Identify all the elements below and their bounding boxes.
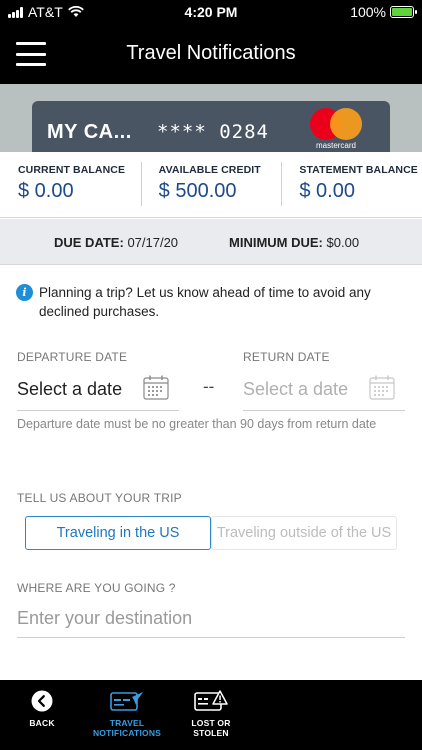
return-date-value: Select a date xyxy=(243,379,349,399)
statement-balance: STATEMENT BALANCE $ 0.00 xyxy=(281,152,422,217)
trip-label: TELL US ABOUT YOUR TRIP xyxy=(17,491,182,505)
tab-back[interactable]: BACK xyxy=(0,688,87,728)
mastercard-logo-icon xyxy=(310,108,362,140)
option-traveling-in-us[interactable]: Traveling in the US xyxy=(25,516,211,550)
return-date-field[interactable]: Select a date xyxy=(243,371,405,411)
card-banner: MY CA... **** 0284 mastercard xyxy=(0,84,422,152)
min-due-label: MINIMUM DUE: xyxy=(229,235,323,250)
card-brand-label: mastercard xyxy=(315,141,356,150)
balances-row: CURRENT BALANCE $ 0.00 AVAILABLE CREDIT … xyxy=(0,152,422,218)
return-date-label: RETURN DATE xyxy=(243,350,330,364)
departure-date-label: DEPARTURE DATE xyxy=(17,350,128,364)
tab-label-line2: STOLEN xyxy=(193,728,229,738)
date-separator: -- xyxy=(203,377,215,396)
destination-input[interactable] xyxy=(17,600,405,638)
available-credit: AVAILABLE CREDIT $ 500.00 xyxy=(140,152,282,217)
tab-label: LOST OR xyxy=(191,718,231,728)
balance-value: $ 500.00 xyxy=(158,180,237,202)
card-name: MY CA... xyxy=(47,121,132,143)
departure-date-field[interactable]: Select a date xyxy=(17,371,179,411)
balance-label: AVAILABLE CREDIT xyxy=(158,164,261,176)
calendar-icon xyxy=(143,375,169,400)
card-number: **** 0284 xyxy=(157,121,269,143)
due-date-label: DUE DATE: xyxy=(54,235,124,250)
option-traveling-outside-us[interactable]: Traveling outside of the US xyxy=(211,516,397,550)
battery-icon xyxy=(390,6,417,18)
current-balance: CURRENT BALANCE $ 0.00 xyxy=(0,152,141,217)
tab-label-line2: NOTIFICATIONS xyxy=(92,728,162,738)
lost-card-icon xyxy=(194,690,228,711)
tab-lost-or-stolen[interactable]: LOST OR STOLEN xyxy=(166,688,256,738)
due-date: DUE DATE: 07/17/20 xyxy=(54,235,178,250)
page-title: Travel Notifications xyxy=(126,42,296,64)
balance-label: STATEMENT BALANCE xyxy=(299,164,418,176)
tab-label: BACK xyxy=(29,718,55,728)
tab-label: TRAVEL xyxy=(109,718,145,728)
battery-percent: 100% xyxy=(350,4,386,20)
nav-bar: Travel Notifications xyxy=(0,24,422,84)
travel-card-icon xyxy=(110,692,143,711)
minimum-due: MINIMUM DUE: $0.00 xyxy=(229,235,359,250)
min-due-value: $0.00 xyxy=(326,235,360,250)
balance-value: $ 0.00 xyxy=(299,180,355,202)
balance-value: $ 0.00 xyxy=(18,180,74,202)
status-right: 100% xyxy=(350,4,417,20)
back-icon xyxy=(31,690,53,712)
calendar-icon xyxy=(369,375,395,400)
credit-card[interactable]: MY CA... **** 0284 mastercard xyxy=(32,101,390,152)
date-helper-text: Departure date must be no greater than 9… xyxy=(17,417,377,431)
balance-label: CURRENT BALANCE xyxy=(18,164,126,176)
bottom-nav: BACK TRAVEL NOTIFICATIONS LOST OR STOLEN xyxy=(0,680,422,750)
tab-travel-notifications[interactable]: TRAVEL NOTIFICATIONS xyxy=(82,688,172,738)
departure-date-value: Select a date xyxy=(17,379,123,399)
info-message: i Planning a trip? Let us know ahead of … xyxy=(16,283,406,321)
due-date-value: 07/17/20 xyxy=(127,235,179,250)
due-strip: DUE DATE: 07/17/20 MINIMUM DUE: $0.00 xyxy=(0,219,422,265)
status-bar: AT&T 4:20 PM 100% xyxy=(0,0,422,24)
destination-label: WHERE ARE YOU GOING ? xyxy=(17,581,176,595)
info-icon: i xyxy=(16,284,33,301)
info-text: Planning a trip? Let us know ahead of ti… xyxy=(39,285,371,319)
